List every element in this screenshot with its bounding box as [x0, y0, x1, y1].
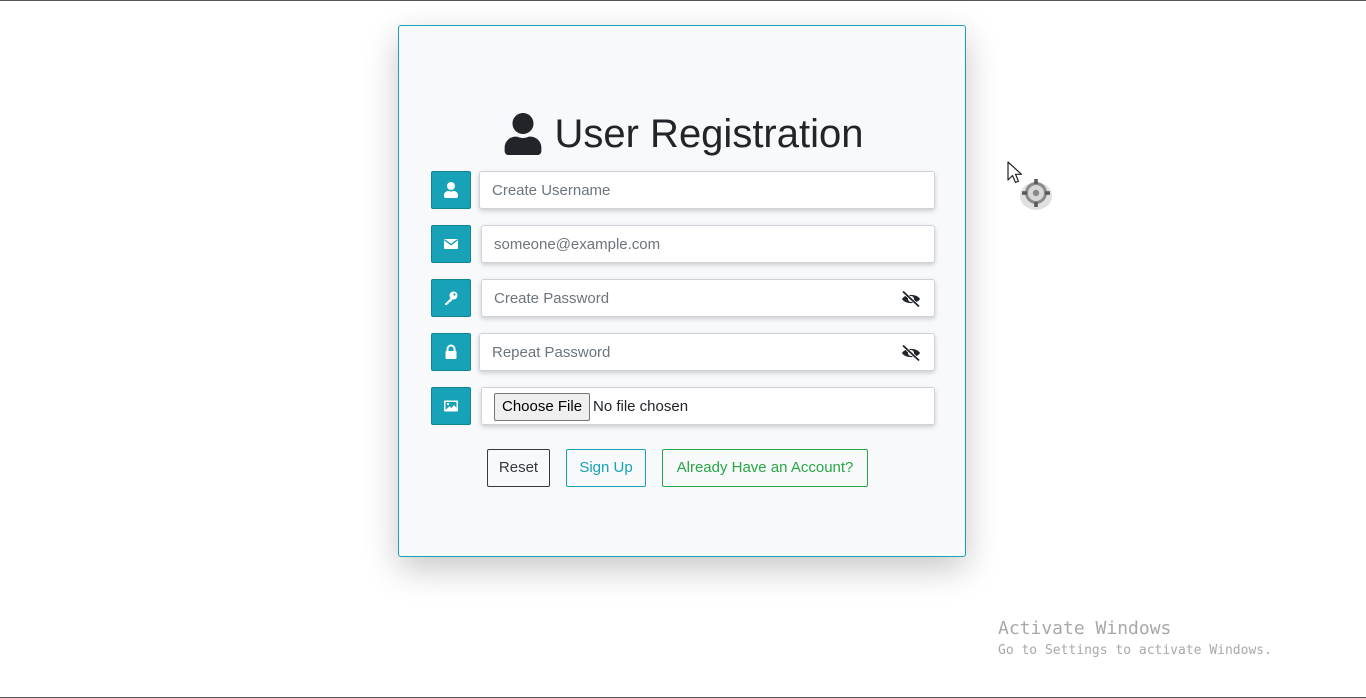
sign-up-button[interactable]: Sign Up	[566, 449, 646, 487]
email-row	[431, 225, 935, 263]
repeat-password-input[interactable]	[480, 334, 934, 370]
repeat-password-row	[431, 333, 935, 371]
email-addon	[431, 225, 471, 263]
watermark-subtitle: Go to Settings to activate Windows.	[998, 643, 1272, 658]
password-field-wrapper	[481, 279, 935, 317]
user-icon	[505, 113, 542, 155]
password-addon	[431, 279, 471, 317]
username-addon	[431, 171, 471, 209]
username-row	[431, 171, 935, 209]
image-addon	[431, 387, 471, 425]
busy-cursor-icon	[1007, 161, 1052, 210]
password-input[interactable]	[482, 280, 934, 316]
file-field-wrapper: Choose File No file chosen	[481, 387, 935, 425]
username-input[interactable]	[480, 172, 934, 208]
eye-slash-icon[interactable]	[900, 290, 922, 308]
activation-watermark: Activate Windows Go to Settings to activ…	[998, 617, 1272, 661]
reset-button[interactable]: Reset	[487, 449, 550, 487]
profile-image-row: Choose File No file chosen	[431, 387, 935, 425]
lock-icon	[445, 344, 457, 359]
registration-card: User Registration Create Username someon…	[398, 25, 966, 557]
email-input[interactable]	[482, 226, 934, 262]
eye-slash-icon[interactable]	[900, 344, 922, 362]
top-border-line	[0, 0, 1366, 1]
key-icon	[445, 291, 458, 305]
page-title: User Registration	[554, 112, 864, 156]
choose-file-button[interactable]: Choose File	[494, 393, 591, 421]
login-link-button[interactable]: Already Have an Account?	[662, 449, 868, 487]
password-row	[431, 279, 935, 317]
envelope-icon	[444, 239, 458, 249]
email-field-wrapper	[481, 225, 935, 263]
user-icon	[444, 182, 458, 198]
repeat-password-addon	[431, 333, 471, 371]
image-icon	[444, 400, 458, 412]
watermark-title: Activate Windows	[998, 618, 1172, 639]
form-heading: User Registration	[399, 106, 967, 162]
username-field-wrapper	[479, 171, 935, 209]
file-status-text: No file chosen	[593, 398, 689, 415]
repeat-password-field-wrapper	[479, 333, 935, 371]
